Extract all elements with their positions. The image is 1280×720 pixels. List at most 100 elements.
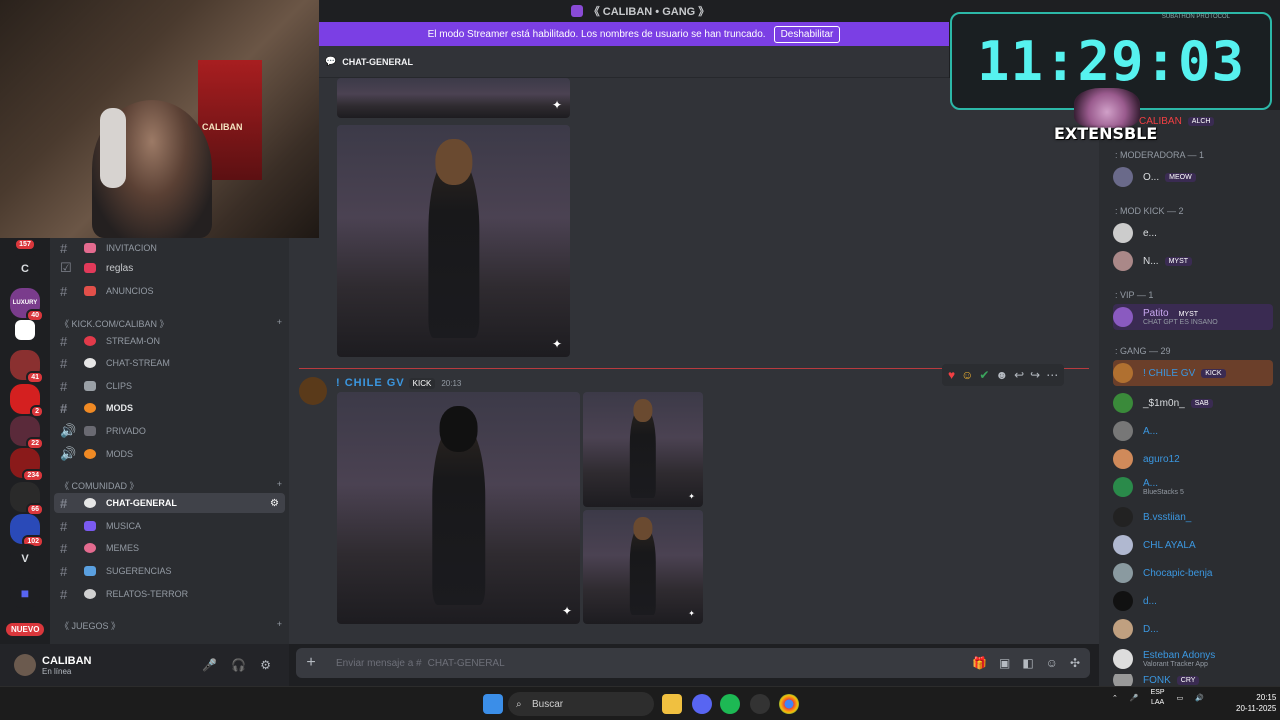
server-icon xyxy=(570,5,583,17)
character-head xyxy=(633,516,653,540)
streamer-mode-banner: El modo Streamer está habilitado. Los no… xyxy=(319,22,949,46)
member-item[interactable]: A... BlueStacks 5 xyxy=(1113,474,1273,500)
member-item[interactable]: CALIBAN ALCH xyxy=(1139,108,1280,134)
image-attachment[interactable]: ✦ xyxy=(337,125,570,357)
headphones-icon[interactable]: 🎧 xyxy=(231,658,246,672)
gear-icon[interactable]: ⚙ xyxy=(260,658,271,672)
member-item[interactable]: A... xyxy=(1113,418,1273,444)
dice-server-icon[interactable] xyxy=(15,320,35,340)
network-icon[interactable]: ▭ xyxy=(1177,694,1184,702)
app-icon[interactable] xyxy=(750,694,770,714)
chat-bubble-icon: 💬 xyxy=(325,56,337,66)
image-attachment[interactable]: ✦ xyxy=(337,78,570,118)
taskbar-search[interactable]: ⌕ Buscar xyxy=(508,692,654,716)
more-icon[interactable]: ⋯ xyxy=(1046,368,1058,382)
attach-plus-icon[interactable]: + xyxy=(296,654,326,672)
server-icon[interactable]: 102 xyxy=(10,514,44,548)
channel-item[interactable]: # ANUNCIOS xyxy=(54,281,285,301)
plus-icon[interactable]: + xyxy=(277,619,282,632)
member-item[interactable]: ! CHILE GV KICK xyxy=(1113,360,1273,386)
channel-item[interactable]: # CHAT-STREAM xyxy=(54,353,285,373)
laugh-reaction-icon[interactable]: ☺ xyxy=(961,368,973,382)
server-icon[interactable]: 66 xyxy=(10,482,44,516)
member-item[interactable]: D... xyxy=(1113,616,1273,642)
folder-icon[interactable]: ■ xyxy=(10,578,40,608)
member-item[interactable]: _$1m0n_ SAB xyxy=(1113,390,1273,416)
member-item[interactable]: d... xyxy=(1113,588,1273,614)
hash-icon: # xyxy=(60,518,68,534)
chrome-icon[interactable] xyxy=(779,694,799,714)
avatar xyxy=(1113,223,1133,243)
microphone-icon[interactable]: 🎤 xyxy=(202,658,217,672)
image-attachment[interactable]: ✦ xyxy=(583,510,703,624)
check-reaction-icon[interactable]: ✔ xyxy=(979,368,989,382)
server-icon[interactable]: 2 xyxy=(10,384,44,418)
member-item[interactable]: O... MEOW xyxy=(1113,164,1273,190)
settings-icon[interactable]: ⚙ xyxy=(270,498,279,509)
message-author[interactable]: ! CHILE GV xyxy=(336,377,405,389)
start-button-icon[interactable] xyxy=(483,694,503,714)
channel-item[interactable]: # SUGERENCIAS xyxy=(54,561,285,581)
plus-icon[interactable]: + xyxy=(277,479,282,492)
file-explorer-icon[interactable] xyxy=(662,694,682,714)
member-item[interactable]: aguro12 xyxy=(1113,446,1273,472)
member-item[interactable]: Patito MYST CHAT GPT ES INSANO xyxy=(1113,304,1273,330)
author-avatar[interactable] xyxy=(299,377,327,405)
server-icon[interactable]: 41 xyxy=(10,350,44,384)
volume-icon[interactable]: 🔊 xyxy=(1195,694,1204,702)
taskbar-clock[interactable]: 20:15 20-11-2025 xyxy=(1236,692,1276,714)
message-input[interactable]: + Enviar mensaje a # CHAT-GENERAL 🎁 ▣ ◧ … xyxy=(296,648,1090,678)
channel-item[interactable]: # MUSICA xyxy=(54,516,285,536)
category-kick[interactable]: 《 KICK.COM/CALIBAN 》 + xyxy=(60,317,282,330)
server-icon[interactable]: 22 xyxy=(10,416,44,450)
apps-icon[interactable]: ✣ xyxy=(1070,656,1080,670)
gif-icon[interactable]: ▣ xyxy=(999,656,1010,670)
reply-icon[interactable]: ↩ xyxy=(1014,368,1024,382)
discord-taskbar-icon[interactable] xyxy=(692,694,712,714)
sticker-icon[interactable]: ◧ xyxy=(1022,656,1033,670)
member-item[interactable]: Esteban Adonys Valorant Tracker App xyxy=(1113,646,1273,672)
image-attachment[interactable]: ✦ xyxy=(583,392,703,507)
channel-item[interactable]: ☑ reglas xyxy=(54,258,285,278)
image-attachment[interactable]: ✦ xyxy=(337,392,580,624)
member-item[interactable]: CHL AYALA xyxy=(1113,532,1273,558)
language-indicator[interactable]: ESP LAA xyxy=(1151,688,1165,708)
plus-icon[interactable]: + xyxy=(277,317,282,330)
channel-item[interactable]: # RELATOS-TERROR xyxy=(54,584,285,604)
microphone-icon[interactable]: 🎤 xyxy=(1130,694,1139,702)
server-icon-v[interactable]: V xyxy=(10,544,40,574)
channel-item[interactable]: # CLIPS xyxy=(54,376,285,396)
forward-icon[interactable]: ↪ xyxy=(1030,368,1040,382)
channel-item[interactable]: # STREAM-ON xyxy=(54,331,285,351)
channel-item-chat-general[interactable]: # CHAT-GENERAL ⚙ xyxy=(54,493,285,513)
member-item[interactable]: B.vsstiian_ xyxy=(1113,504,1273,530)
channel-item[interactable]: 🔊 PRIVADO xyxy=(54,421,285,441)
spotify-icon[interactable] xyxy=(720,694,740,714)
member-group-title: : VIP — 1 xyxy=(1115,290,1154,300)
envelope-icon xyxy=(84,243,96,253)
character-head xyxy=(633,398,653,422)
channel-title: CHAT-GENERAL xyxy=(342,56,414,67)
avatar[interactable] xyxy=(14,654,36,676)
member-item[interactable]: e... xyxy=(1113,220,1273,246)
category-comunidad[interactable]: 《 COMUNIDAD 》 + xyxy=(60,479,282,492)
member-item[interactable]: N... MYST xyxy=(1113,248,1273,274)
disable-streamer-button[interactable]: Deshabilitar xyxy=(773,25,841,43)
member-item[interactable]: FONK CRY xyxy=(1113,674,1273,686)
sparkle-icon: ✦ xyxy=(688,609,695,618)
chevron-up-icon[interactable]: ⌃ xyxy=(1112,694,1118,702)
gift-icon[interactable]: 🎁 xyxy=(972,656,987,670)
emoji-icon[interactable]: ☺ xyxy=(1046,656,1058,670)
server-icon-luxury[interactable]: LUXURY 40 xyxy=(10,288,44,322)
channel-item[interactable]: # MEMES xyxy=(54,538,285,558)
channel-item[interactable]: # INVITACION xyxy=(54,238,285,258)
server-icon-c[interactable]: C xyxy=(10,254,40,284)
channel-item[interactable]: 🔊 MODS xyxy=(54,444,285,464)
category-juegos[interactable]: 《 JUEGOS 》 + xyxy=(60,619,282,632)
add-reaction-icon[interactable]: ☻ xyxy=(995,368,1008,382)
skull-icon xyxy=(84,589,96,599)
member-item[interactable]: Chocapic-benja xyxy=(1113,560,1273,586)
server-icon[interactable]: 234 xyxy=(10,448,44,482)
channel-item[interactable]: # MODS xyxy=(54,398,285,418)
heart-reaction-icon[interactable]: ♥ xyxy=(948,368,955,382)
